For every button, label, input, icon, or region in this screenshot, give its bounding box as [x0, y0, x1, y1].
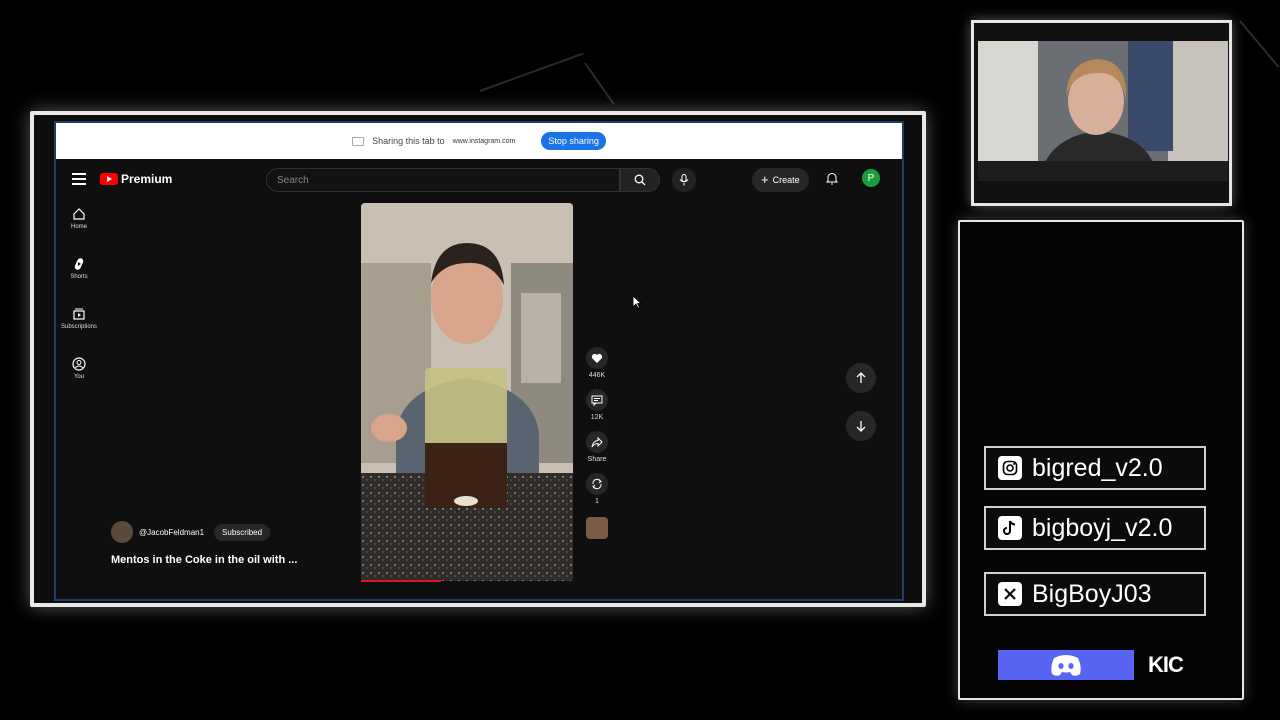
instagram-handle: bigred_v2.0 [984, 446, 1206, 490]
sharing-site: www.instagram.com [452, 137, 516, 145]
youtube-play-icon [100, 173, 118, 185]
create-button[interactable]: + Create [752, 168, 809, 192]
browser-viewport: Sharing this tab to www.instagram.com St… [54, 121, 904, 601]
you-icon [72, 357, 86, 371]
sidebar-item-shorts[interactable]: Shorts [56, 257, 102, 307]
sidebar-item-subscriptions[interactable]: Subscriptions [56, 307, 102, 357]
comments-button[interactable]: 12K [582, 389, 612, 421]
tab-icon [352, 136, 365, 146]
channel-info: @JacobFeldman1 Subscribed [111, 521, 271, 543]
like-button[interactable]: 446K [582, 347, 612, 379]
background-line [584, 62, 615, 105]
sidebar-item-label: Subscriptions [60, 324, 98, 330]
menu-icon[interactable] [72, 173, 86, 185]
previous-short-button[interactable] [846, 363, 876, 393]
next-short-button[interactable] [846, 411, 876, 441]
youtube-logo[interactable]: Premium [100, 172, 172, 186]
discord-badge [998, 650, 1134, 680]
sound-thumbnail[interactable] [586, 517, 608, 539]
search-input[interactable]: Search [266, 168, 620, 192]
instagram-icon [998, 456, 1022, 480]
share-label: Share [587, 456, 607, 463]
voice-search-button[interactable] [672, 168, 696, 192]
bell-icon [825, 173, 839, 185]
comment-icon [586, 389, 608, 411]
webcam-frame [971, 20, 1232, 206]
x-username: BigBoyJ03 [1032, 579, 1152, 608]
search-button[interactable] [620, 168, 660, 192]
remix-button[interactable]: 1 [582, 473, 612, 505]
share-icon [586, 431, 608, 453]
shorts-icon [74, 258, 84, 270]
instagram-username: bigred_v2.0 [1032, 453, 1163, 482]
logo-text: Premium [121, 172, 173, 186]
background-line [479, 52, 584, 92]
notifications-button[interactable] [825, 172, 839, 190]
subscribed-button[interactable]: Subscribed [214, 523, 271, 541]
share-button[interactable]: Share [582, 431, 612, 463]
short-actions: 446K 12K Share 1 [582, 347, 612, 539]
heart-icon [586, 347, 608, 369]
plus-icon: + [761, 172, 769, 187]
arrow-down-icon [856, 421, 866, 432]
sharing-message: Sharing this tab to [372, 136, 445, 146]
remix-icon [586, 473, 608, 495]
short-title[interactable]: Mentos in the Coke in the oil with ... [111, 554, 297, 566]
sidebar: Home Shorts Subscriptions You [56, 207, 102, 407]
sidebar-item-label: You [73, 374, 85, 380]
subscriptions-icon [73, 308, 85, 320]
create-label: Create [772, 175, 800, 185]
tiktok-username: bigboyj_v2.0 [1032, 513, 1173, 542]
tiktok-handle: bigboyj_v2.0 [984, 506, 1206, 550]
stop-sharing-button[interactable]: Stop sharing [541, 132, 606, 150]
video-frame-image [361, 203, 573, 581]
discord-icon [1051, 655, 1081, 676]
mouse-cursor-icon [632, 295, 642, 309]
remix-count: 1 [595, 498, 599, 505]
arrow-up-icon [856, 372, 866, 383]
youtube-header: Premium Search + Create P [56, 161, 902, 201]
background-line [1239, 20, 1280, 68]
kick-logo: KIC [1148, 652, 1184, 677]
sidebar-item-home[interactable]: Home [56, 207, 102, 257]
home-icon [73, 208, 85, 220]
tiktok-icon [998, 516, 1022, 540]
channel-avatar[interactable] [111, 521, 133, 543]
channel-name[interactable]: @JacobFeldman1 [139, 528, 204, 537]
screen-capture-frame: Sharing this tab to www.instagram.com St… [30, 111, 926, 607]
tab-sharing-bar: Sharing this tab to www.instagram.com St… [56, 123, 902, 159]
account-avatar[interactable]: P [862, 169, 880, 187]
sidebar-item-label: Home [70, 224, 87, 230]
video-progress-bar[interactable] [361, 580, 441, 582]
short-video-player[interactable] [361, 203, 573, 581]
like-count: 446K [588, 372, 606, 379]
x-handle: BigBoyJ03 [984, 572, 1206, 616]
x-logo-icon [998, 582, 1022, 606]
sidebar-item-label: Shorts [70, 274, 88, 280]
microphone-icon [679, 174, 689, 186]
comment-count: 12K [590, 414, 604, 421]
webcam-feed [978, 41, 1228, 181]
search-icon [634, 174, 646, 186]
sidebar-item-you[interactable]: You [56, 357, 102, 407]
